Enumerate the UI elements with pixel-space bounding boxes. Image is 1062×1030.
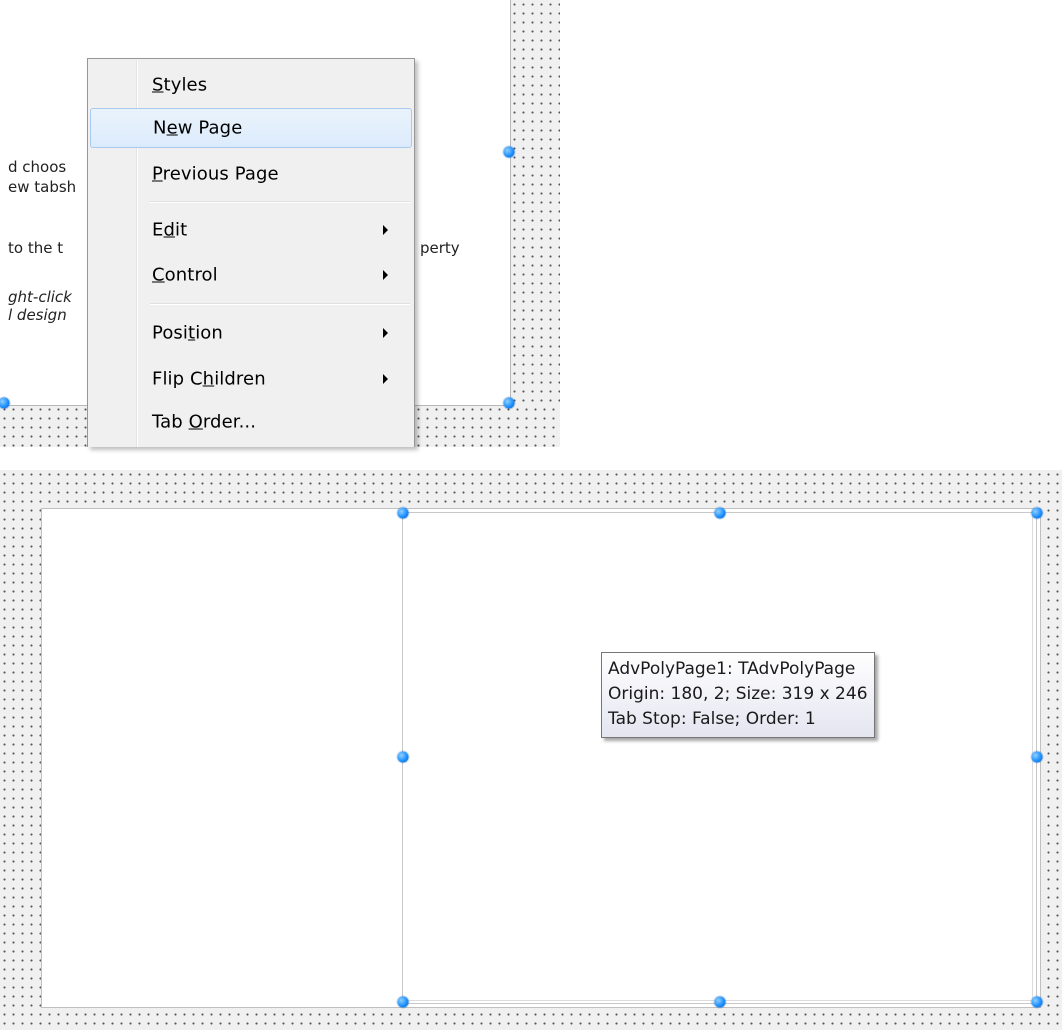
tooltip-tab-info: Tab Stop: False; Order: 1 [608,709,816,729]
menu-item-control[interactable]: Control [90,255,412,295]
tooltip-component-name: AdvPolyPage1: TAdvPolyPage [608,659,856,679]
selection-handle[interactable] [503,146,515,158]
selection-handle[interactable] [503,397,515,409]
tooltip-origin-size: Origin: 180, 2; Size: 319 x 246 [608,684,868,704]
selection-handle[interactable] [397,751,409,763]
submenu-arrow-icon [383,374,388,384]
submenu-arrow-icon [383,328,388,338]
selection-handle[interactable] [1031,751,1043,763]
menu-item-position[interactable]: Position [90,313,412,353]
form-text-line: l design [8,306,67,324]
menu-separator [150,303,410,305]
designer-grid-top-right [510,0,560,447]
selection-handle[interactable] [1031,507,1043,519]
menu-separator [150,201,410,203]
poly-page-inner-edge [405,515,1033,1001]
selection-handle[interactable] [714,507,726,519]
selection-handle[interactable] [397,996,409,1008]
form-text-line: d choos [8,158,67,176]
submenu-arrow-icon [383,270,388,280]
menu-item-flip-children[interactable]: Flip Children [90,359,412,399]
submenu-arrow-icon [383,225,388,235]
form-text-line: perty [420,239,460,257]
menu-item-edit[interactable]: Edit [90,210,412,250]
form-text-line: ght-click [8,288,72,306]
menu-item-new-page[interactable]: New Page [90,108,412,148]
context-menu: Styles New Page Previous Page Edit Contr… [87,58,415,447]
menu-item-previous-page[interactable]: Previous Page [90,154,412,194]
selection-handle[interactable] [1031,996,1043,1008]
form-text-line: to the t [8,239,64,257]
component-hint-tooltip: AdvPolyPage1: TAdvPolyPage Origin: 180, … [601,652,875,738]
menu-item-tab-order[interactable]: Tab Order... [90,402,412,442]
form-text-line: ew tabsh [8,178,77,196]
selection-handle[interactable] [714,996,726,1008]
menu-item-styles[interactable]: Styles [90,65,412,105]
selection-handle[interactable] [397,507,409,519]
